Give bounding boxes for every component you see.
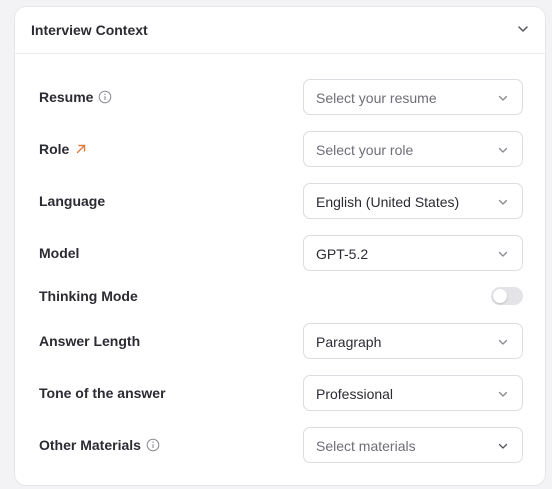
tone-row: Tone of the answer Professional bbox=[15, 375, 545, 411]
info-icon[interactable] bbox=[98, 90, 112, 104]
role-select-placeholder: Select your role bbox=[316, 142, 414, 158]
answer-length-row: Answer Length Paragraph bbox=[15, 323, 545, 359]
language-select-value: English (United States) bbox=[316, 194, 460, 210]
model-select[interactable]: GPT-5.2 bbox=[303, 235, 523, 271]
card-title: Interview Context bbox=[31, 22, 148, 38]
info-icon[interactable] bbox=[146, 438, 160, 452]
toggle-knob bbox=[493, 289, 507, 303]
role-row: Role Select your role bbox=[15, 131, 545, 167]
chevron-down-icon bbox=[498, 339, 508, 345]
answer-length-select-value: Paragraph bbox=[316, 334, 382, 350]
chevron-down-icon bbox=[498, 391, 508, 397]
resume-row: Resume Select your resume bbox=[15, 79, 545, 115]
tone-label: Tone of the answer bbox=[39, 385, 166, 401]
model-row: Model GPT-5.2 bbox=[15, 235, 545, 271]
role-label: Role bbox=[39, 141, 70, 157]
language-select[interactable]: English (United States) bbox=[303, 183, 523, 219]
tone-select-value: Professional bbox=[316, 386, 394, 402]
tone-select[interactable]: Professional bbox=[303, 375, 523, 411]
chevron-down-icon bbox=[498, 199, 508, 205]
chevron-down-icon[interactable] bbox=[515, 21, 531, 37]
other-materials-select[interactable]: Select materials bbox=[303, 427, 523, 463]
chevron-down-icon bbox=[498, 443, 508, 449]
language-label: Language bbox=[39, 193, 106, 209]
other-materials-label: Other Materials bbox=[39, 437, 141, 453]
other-materials-row: Other Materials Select materials bbox=[15, 427, 545, 463]
role-select[interactable]: Select your role bbox=[303, 131, 523, 167]
resume-select[interactable]: Select your resume bbox=[303, 79, 523, 115]
arrow-up-right-icon[interactable] bbox=[74, 142, 88, 156]
thinking-mode-label: Thinking Mode bbox=[39, 288, 138, 304]
thinking-mode-row: Thinking Mode bbox=[15, 285, 545, 307]
model-label: Model bbox=[39, 245, 80, 261]
card-header[interactable]: Interview Context bbox=[15, 7, 545, 54]
chevron-down-icon bbox=[498, 147, 508, 153]
answer-length-label: Answer Length bbox=[39, 333, 141, 349]
chevron-down-icon bbox=[498, 251, 508, 257]
other-materials-select-placeholder: Select materials bbox=[316, 438, 416, 454]
chevron-down-icon bbox=[498, 95, 508, 101]
language-row: Language English (United States) bbox=[15, 183, 545, 219]
thinking-mode-toggle[interactable] bbox=[491, 287, 523, 305]
model-select-value: GPT-5.2 bbox=[316, 246, 369, 262]
interview-context-card: Interview Context Resume Select your res… bbox=[14, 6, 546, 486]
answer-length-select[interactable]: Paragraph bbox=[303, 323, 523, 359]
resume-label: Resume bbox=[39, 89, 94, 105]
resume-select-placeholder: Select your resume bbox=[316, 90, 437, 106]
